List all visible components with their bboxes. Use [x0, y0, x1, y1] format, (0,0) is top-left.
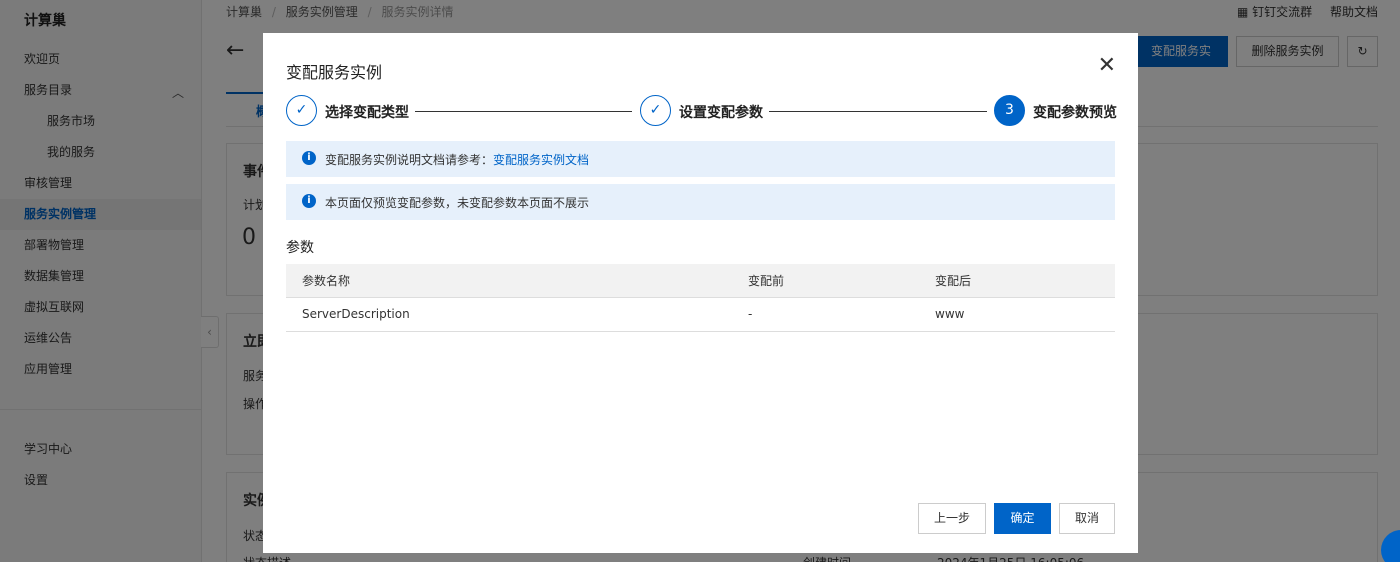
- info-text: 变配服务实例说明文档请参考：: [325, 153, 494, 167]
- check-icon: ✓: [286, 95, 317, 126]
- table-row: ServerDescription - www: [286, 297, 1115, 332]
- close-icon[interactable]: ✕: [1098, 55, 1116, 77]
- column-header-before: 变配前: [732, 264, 919, 298]
- change-instance-modal: 变配服务实例 ✕ ✓ 选择变配类型 ✓ 设置变配参数 3 变配参数预览 i 变配…: [263, 33, 1138, 553]
- step-connector: [415, 111, 632, 112]
- params-table: 参数名称 变配前 变配后 ServerDescription - www: [286, 264, 1115, 332]
- params-section-title: 参数: [286, 240, 314, 256]
- info-icon: i: [302, 151, 316, 165]
- info-banner-preview: i 本页面仅预览变配参数，未变配参数本页面不展示: [286, 184, 1115, 220]
- table-header-row: 参数名称 变配前 变配后: [286, 264, 1115, 298]
- step-label: 变配参数预览: [1033, 105, 1117, 121]
- confirm-button[interactable]: 确定: [994, 503, 1051, 534]
- step-label: 选择变配类型: [325, 105, 409, 121]
- param-before-cell: -: [732, 297, 919, 332]
- info-text: 本页面仅预览变配参数，未变配参数本页面不展示: [325, 196, 590, 210]
- param-name-cell: ServerDescription: [286, 297, 732, 332]
- modal-title: 变配服务实例: [286, 63, 383, 82]
- cancel-button[interactable]: 取消: [1059, 503, 1115, 534]
- step-label: 设置变配参数: [679, 105, 763, 121]
- column-header-param-name: 参数名称: [286, 264, 732, 298]
- step-connector: [769, 111, 987, 112]
- info-icon: i: [302, 194, 316, 208]
- docs-link[interactable]: 变配服务实例文档: [493, 153, 589, 167]
- param-after-cell: www: [919, 297, 1115, 332]
- step-number: 3: [994, 95, 1025, 126]
- previous-step-button[interactable]: 上一步: [918, 503, 986, 534]
- info-banner-docs: i 变配服务实例说明文档请参考：变配服务实例文档: [286, 141, 1115, 177]
- column-header-after: 变配后: [919, 264, 1115, 298]
- check-icon: ✓: [640, 95, 671, 126]
